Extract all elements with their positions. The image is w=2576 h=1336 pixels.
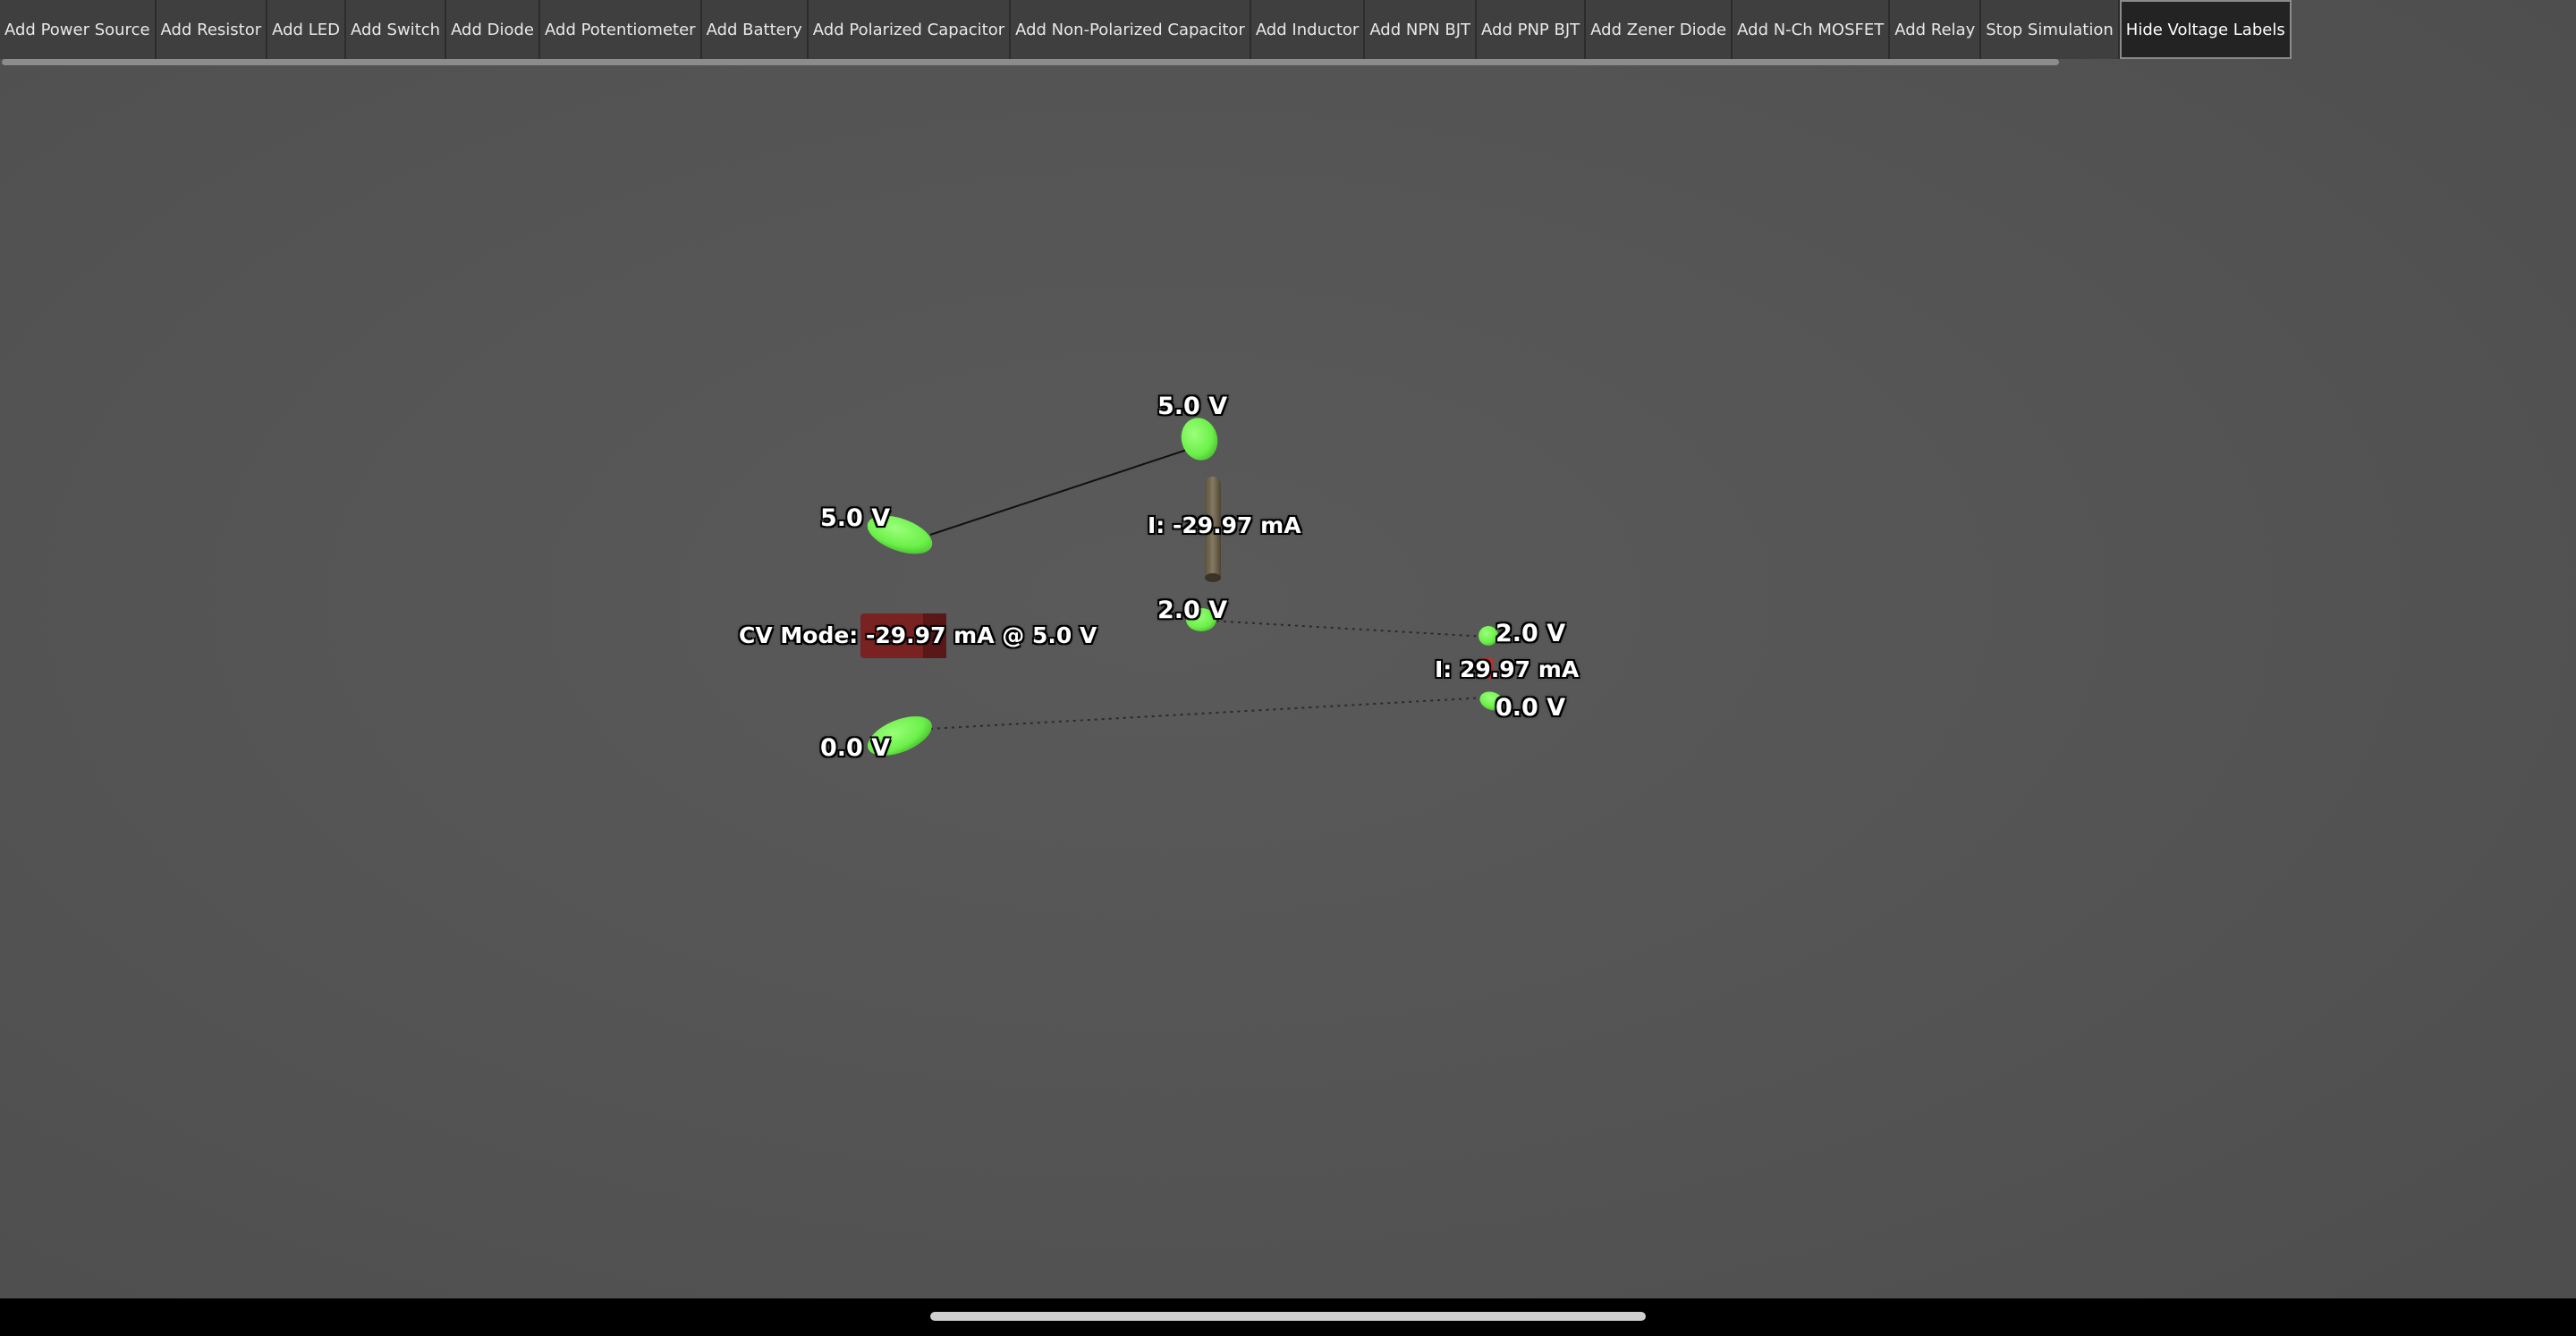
voltage-label-ps-negative: 0.0 V [820, 734, 891, 762]
node-resistor-top[interactable] [1176, 414, 1222, 465]
circuit-canvas[interactable]: 5.0 V 0.0 V 5.0 V 2.0 V 2.0 V 0.0 V CV M… [0, 0, 2576, 1298]
wire-resistor-to-led[interactable] [1208, 620, 1487, 638]
circuit-drawing [860, 414, 1504, 756]
resistor-end-cap [1205, 573, 1221, 582]
resistor-current-label: I: -29.97 mA [1148, 512, 1301, 538]
system-bottom-bar [0, 1298, 2576, 1336]
voltage-label-ps-positive: 5.0 V [820, 504, 891, 532]
led-current-label: I: 29.97 mA [1435, 656, 1580, 682]
voltage-label-resistor-bottom: 2.0 V [1157, 596, 1228, 624]
voltage-label-led-anode: 2.0 V [1496, 620, 1566, 647]
power-source-mode-label: CV Mode: -29.97 mA @ 5.0 V [739, 622, 1097, 648]
wire-ps-neg-to-led[interactable] [929, 697, 1487, 730]
voltage-label-led-cathode: 0.0 V [1496, 694, 1566, 722]
voltage-label-resistor-top: 5.0 V [1157, 393, 1228, 420]
home-indicator[interactable] [930, 1312, 1646, 1321]
